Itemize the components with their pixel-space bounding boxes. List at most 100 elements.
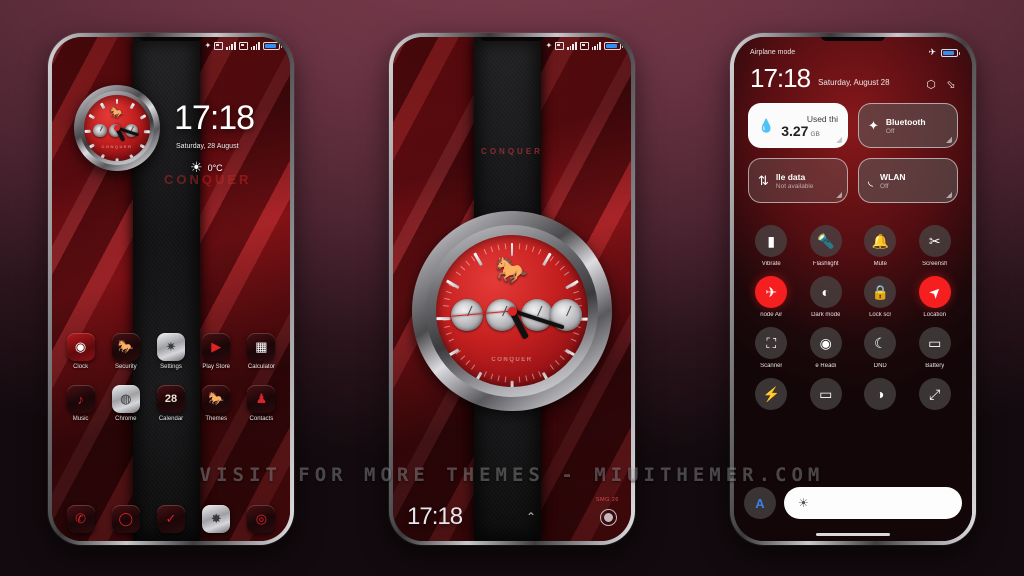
scissors-screenshot-icon[interactable]: ✂ bbox=[918, 225, 951, 257]
location-arrow-icon[interactable]: ➤ bbox=[912, 269, 958, 315]
shield-horse-icon[interactable]: 🐎 bbox=[111, 333, 140, 361]
toggle-node-air[interactable]: ✈ node Air bbox=[744, 276, 799, 318]
dock-item-camera[interactable]: ◎ bbox=[239, 505, 284, 533]
auto-brightness-button[interactable]: A bbox=[744, 487, 776, 519]
play-triangle-icon[interactable]: ▶ bbox=[202, 333, 231, 361]
phone2-screen[interactable]: ✦ CONQUER 🐎 CONQUER SMG 26 17:18 ⌃ bbox=[393, 37, 631, 541]
battery-saver-icon[interactable]: ▭ bbox=[918, 327, 951, 359]
app-chrome[interactable]: ◍ Chrome bbox=[103, 385, 148, 422]
padlock-icon[interactable]: 🔒 bbox=[864, 276, 897, 308]
app-clock[interactable]: ◉ Clock bbox=[58, 333, 103, 370]
app-calculator[interactable]: ▦ Calculator bbox=[239, 333, 284, 370]
toggle-rotate-screen[interactable]: ⤢ bbox=[908, 378, 963, 410]
app-security[interactable]: 🐎 Security bbox=[103, 333, 148, 370]
horse-emblem-icon-large: 🐎 bbox=[495, 254, 529, 285]
chrome-circle-icon[interactable]: ◍ bbox=[111, 385, 140, 413]
toggle-scanner[interactable]: ⛶ Scanner bbox=[744, 327, 799, 369]
vibrate-icon[interactable]: ▮ bbox=[755, 225, 788, 257]
calculator-icon[interactable]: ▦ bbox=[247, 333, 276, 361]
clock-icon[interactable]: ◉ bbox=[66, 333, 95, 361]
brightness-row: A ☀ bbox=[744, 487, 962, 519]
chevron-up-icon[interactable]: ⌃ bbox=[526, 510, 536, 524]
flashlight-icon[interactable]: 🔦 bbox=[809, 225, 842, 257]
tile-used-thi[interactable]: 💧 Used thi 3.27 GB bbox=[748, 103, 848, 148]
tile-title: WLAN bbox=[880, 171, 906, 182]
dock-item-gallery[interactable]: ✸ bbox=[194, 505, 239, 533]
themes-horse-icon[interactable]: 🐎 bbox=[202, 385, 231, 413]
airplane-icon[interactable]: ✈ bbox=[755, 276, 788, 308]
app-play-store[interactable]: ▶ Play Store bbox=[194, 333, 239, 370]
resize-corner-icon[interactable] bbox=[946, 192, 952, 198]
lockscreen-time: 17:18 bbox=[174, 99, 255, 137]
tile-subtitle: Not available bbox=[775, 182, 814, 190]
person-icon[interactable]: ♟ bbox=[247, 385, 276, 413]
dock-item-phone[interactable]: ✆ bbox=[58, 505, 103, 533]
edit-icon[interactable]: ⬂ bbox=[944, 77, 958, 91]
toggle-flashlight[interactable]: 🔦 Flashlight bbox=[799, 225, 854, 267]
phone-handset-icon[interactable]: ✆ bbox=[66, 505, 95, 533]
toggle-label: Battery bbox=[925, 363, 945, 369]
qr-scan-icon[interactable]: ⛶ bbox=[755, 327, 788, 359]
phone1-screen[interactable]: ✦ 🐎 CONQUER 17:18 Saturday, 28 August ☀ … bbox=[52, 37, 290, 541]
brightness-slider[interactable]: ☀ bbox=[784, 487, 962, 519]
dock-item-messaging[interactable]: ◯ bbox=[103, 505, 148, 533]
checkmark-icon[interactable]: ✓ bbox=[156, 505, 185, 533]
camera-lens-icon[interactable] bbox=[600, 508, 617, 526]
app-settings[interactable]: ✷ Settings bbox=[148, 333, 193, 370]
cast-screen-icon[interactable]: ▭ bbox=[809, 378, 842, 410]
toggle-dark-mode[interactable]: ◐ Dark mode bbox=[799, 276, 854, 318]
toggle-battery[interactable]: ▭ Battery bbox=[908, 327, 963, 369]
bluetooth-icon: ✦ bbox=[545, 41, 553, 50]
app-label: Play Store bbox=[202, 364, 231, 370]
moon-icon[interactable]: ☾ bbox=[864, 327, 897, 359]
resize-corner-icon[interactable] bbox=[836, 137, 842, 143]
toggle-half-contrast[interactable]: ◑ bbox=[853, 378, 908, 410]
app-label: Chrome bbox=[115, 416, 137, 422]
tile-title: lle data bbox=[775, 171, 806, 182]
calendar-icon[interactable]: 28 bbox=[156, 385, 185, 413]
message-bubble-icon[interactable]: ◯ bbox=[111, 505, 140, 533]
app-music[interactable]: ♪ Music bbox=[58, 385, 103, 422]
toggle-mute[interactable]: 🔔 Mute bbox=[853, 225, 908, 267]
wallpaper-brand-text: CONQUER bbox=[164, 172, 252, 187]
toggle-e-readi[interactable]: ◉ e Readi bbox=[799, 327, 854, 369]
compass-wheel-icon[interactable]: ✸ bbox=[202, 505, 231, 533]
eye-icon[interactable]: ◉ bbox=[809, 327, 842, 359]
status-bar-phone1: ✦ bbox=[205, 42, 282, 50]
home-indicator[interactable] bbox=[816, 533, 890, 536]
toggle-screensh[interactable]: ✂ Screensh bbox=[908, 225, 963, 267]
toggle-lock-scr[interactable]: 🔒 Lock scr bbox=[853, 276, 908, 318]
toggle-cast-screen[interactable]: ▭ bbox=[799, 378, 854, 410]
rotate-screen-icon[interactable]: ⤢ bbox=[918, 378, 951, 410]
camera-lens-icon[interactable]: ◎ bbox=[247, 505, 276, 533]
half-contrast-icon[interactable]: ◑ bbox=[864, 378, 897, 410]
toggle-vibrate[interactable]: ▮ Vibrate bbox=[744, 225, 799, 267]
tile-bluetooth[interactable]: ✦ Bluetooth Off bbox=[858, 103, 958, 148]
music-note-icon[interactable]: ♪ bbox=[66, 385, 95, 413]
resize-corner-icon[interactable] bbox=[836, 192, 842, 198]
settings-gear-icon[interactable]: ⬡ bbox=[924, 77, 938, 91]
watch-brand-text-large: CONQUER bbox=[491, 356, 533, 363]
status-bar-phone2: ✦ bbox=[545, 41, 623, 50]
phone3-screen[interactable]: Airplane mode ✈ 17:18 Saturday, August 2… bbox=[734, 37, 972, 541]
tile-lle-data[interactable]: ⇅ lle data Not available bbox=[748, 158, 848, 203]
app-contacts[interactable]: ♟ Contacts bbox=[239, 385, 284, 422]
toggle-lightning-bolt[interactable]: ⚡ bbox=[744, 378, 799, 410]
app-label: Themes bbox=[205, 416, 228, 422]
bell-icon[interactable]: 🔔 bbox=[864, 225, 897, 257]
gear-icon[interactable]: ✷ bbox=[156, 333, 185, 361]
tile-wlan[interactable]: ◟ WLAN Off bbox=[858, 158, 958, 203]
analog-clock-widget[interactable]: 🐎 CONQUER bbox=[74, 85, 160, 171]
toggle-location[interactable]: ➤ Location bbox=[908, 269, 963, 318]
horse-emblem-icon: 🐎 bbox=[110, 107, 124, 120]
large-analog-watch[interactable]: 🐎 CONQUER bbox=[412, 211, 612, 411]
tile-title: Used thi bbox=[806, 113, 838, 124]
resize-corner-icon[interactable] bbox=[946, 137, 952, 143]
toggle-dnd[interactable]: ☾ DND bbox=[853, 327, 908, 369]
lightning-bolt-icon[interactable]: ⚡ bbox=[755, 378, 788, 410]
app-themes[interactable]: 🐎 Themes bbox=[194, 385, 239, 422]
watch-center-pin bbox=[114, 125, 120, 131]
app-calendar[interactable]: 28 Calendar bbox=[148, 385, 193, 422]
contrast-circle-icon[interactable]: ◐ bbox=[809, 276, 842, 308]
dock-item-notes[interactable]: ✓ bbox=[148, 505, 193, 533]
